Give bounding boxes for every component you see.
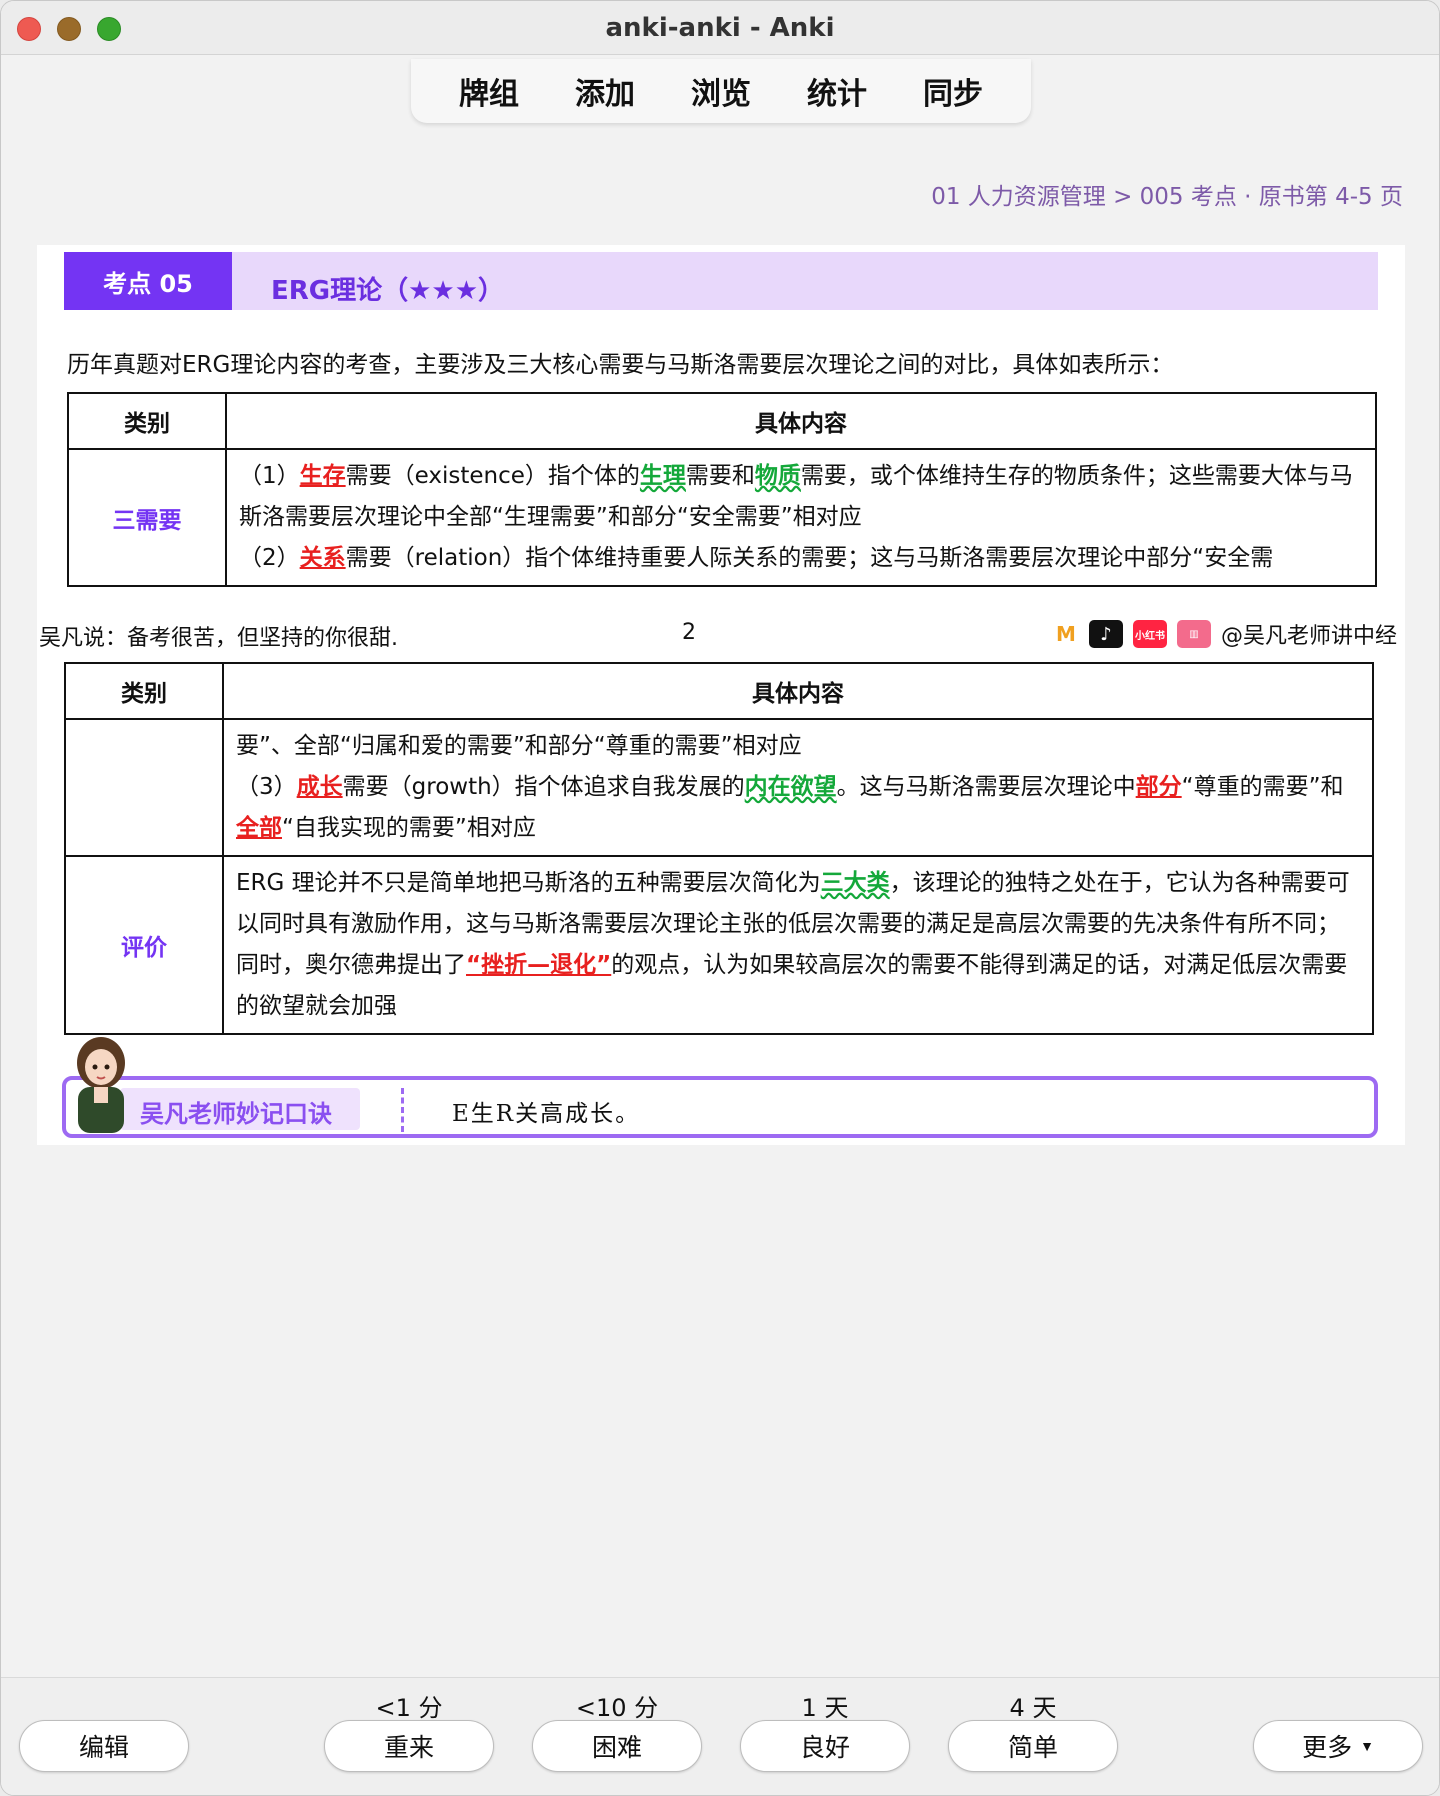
topic-tag: 考点 05 xyxy=(64,252,232,310)
keyword-green: 内在欲望 xyxy=(744,774,837,800)
good-interval: 1 天 xyxy=(801,1694,849,1722)
header-category: 类别 xyxy=(64,662,224,720)
text-span: 需要（growth）指个体追求自我发展的 xyxy=(342,774,745,800)
breadcrumb: 01 人力资源管理 > 005 考点 · 原书第 4-5 页 xyxy=(931,184,1403,210)
tiktok-icon: ♪ xyxy=(1088,620,1123,648)
text-span: 需要（relation）指个体维持重要人际关系的需要；这与马斯洛需要层次理论中部… xyxy=(345,545,1274,571)
row-category-continued xyxy=(64,718,224,857)
bilibili-icon: ▥ xyxy=(1176,620,1211,648)
keyword-green: 三大类 xyxy=(820,870,890,896)
text-span: “自我实现的需要”相对应 xyxy=(282,815,536,841)
window-controls xyxy=(17,17,121,41)
mnemonic-text: E生R关高成长。 xyxy=(452,1101,641,1127)
text-span: 需要（existence）指个体的 xyxy=(345,463,640,489)
chevron-down-icon: ▼ xyxy=(1360,1738,1374,1754)
card-content: 考点 05 ERG理论（★★★） 历年真题对ERG理论内容的考查，主要涉及三大核… xyxy=(37,245,1405,1145)
social-handle: @吴凡老师讲中经 xyxy=(1220,624,1397,649)
xiaohongshu-icon: 小红书 xyxy=(1132,620,1167,648)
row-content: （1）生存需要（existence）指个体的生理需要和物质需要，或个体维持生存的… xyxy=(225,448,1377,587)
more-button[interactable]: 更多 ▼ xyxy=(1253,1720,1423,1772)
title-bar: anki-anki - Anki xyxy=(1,1,1439,55)
easy-button[interactable]: 简单 xyxy=(948,1720,1118,1772)
text-span: 。这与马斯洛需要层次理论中 xyxy=(836,774,1136,800)
anki-window: anki-anki - Anki 牌组 添加 浏览 统计 同步 01 人力资源管… xyxy=(0,0,1440,1796)
top-toolbar: 牌组 添加 浏览 统计 同步 xyxy=(411,59,1031,123)
nav-browse[interactable]: 浏览 xyxy=(679,63,763,119)
header-content: 具体内容 xyxy=(225,392,1377,450)
close-icon[interactable] xyxy=(17,17,41,41)
easy-interval: 4 天 xyxy=(1009,1694,1057,1722)
keyword-red: 全部 xyxy=(236,815,282,841)
text-span: 需要和 xyxy=(685,463,755,489)
hard-button[interactable]: 困难 xyxy=(532,1720,702,1772)
zoom-icon[interactable] xyxy=(97,17,121,41)
header-category: 类别 xyxy=(67,392,227,450)
table-row: 三需要 （1）生存需要（existence）指个体的生理需要和物质需要，或个体维… xyxy=(67,448,1377,587)
nav-decks[interactable]: 牌组 xyxy=(447,63,531,119)
paragraph: 要”、全部“归属和爱的需要”和部分“尊重的需要”相对应 xyxy=(236,733,802,759)
keyword-red: 部分 xyxy=(1135,774,1182,800)
row-content: ERG 理论并不只是简单地把马斯洛的五种需要层次简化为三大类，该理论的独特之处在… xyxy=(222,855,1374,1035)
keyword-red: 生存 xyxy=(299,463,346,489)
more-label: 更多 xyxy=(1302,1734,1353,1762)
good-button[interactable]: 良好 xyxy=(740,1720,910,1772)
table-row: 评价 ERG 理论并不只是简单地把马斯洛的五种需要层次简化为三大类，该理论的独特… xyxy=(64,855,1374,1035)
row-content: 要”、全部“归属和爱的需要”和部分“尊重的需要”相对应 （3）成长需要（grow… xyxy=(222,718,1374,857)
paragraph: （1）生存需要（existence）指个体的生理需要和物质需要，或个体维持生存的… xyxy=(239,456,1363,538)
answer-bar: 编辑 <1 分 重来 <10 分 困难 1 天 良好 4 天 简单 更多 ▼ xyxy=(1,1677,1439,1795)
keyword-red: “挫折—退化” xyxy=(466,952,612,978)
keyword-green: 物质 xyxy=(754,463,801,489)
row-category: 评价 xyxy=(64,855,224,1035)
intro-text: 历年真题对ERG理论内容的考查，主要涉及三大核心需要与马斯洛需要层次理论之间的对… xyxy=(67,352,1174,378)
paragraph: （3）成长需要（growth）指个体追求自我发展的内在欲望。这与马斯洛需要层次理… xyxy=(236,767,1360,849)
erg-table-part1: 类别 具体内容 三需要 （1）生存需要（existence）指个体的生理需要和物… xyxy=(67,392,1377,587)
text-span: （2） xyxy=(239,545,300,571)
m-logo-icon: M xyxy=(1052,620,1079,648)
table-row: 要”、全部“归属和爱的需要”和部分“尊重的需要”相对应 （3）成长需要（grow… xyxy=(64,718,1374,857)
teacher-avatar xyxy=(77,1037,125,1133)
header-content: 具体内容 xyxy=(222,662,1374,720)
table-header-row: 类别 具体内容 xyxy=(67,392,1377,450)
again-interval: <1 分 xyxy=(375,1694,443,1722)
page-footer: 吴凡说：备考很苦，但坚持的你很甜. 2 M ♪ 小红书 ▥ @吴凡老师讲中经 xyxy=(37,614,1405,654)
keyword-green: 生理 xyxy=(639,463,686,489)
footer-motto: 吴凡说：备考很苦，但坚持的你很甜. xyxy=(39,626,398,651)
minimize-icon[interactable] xyxy=(57,17,81,41)
keyword-red: 成长 xyxy=(296,774,343,800)
nav-sync[interactable]: 同步 xyxy=(911,63,995,119)
page-number: 2 xyxy=(682,620,696,645)
topic-header: 考点 05 ERG理论（★★★） xyxy=(64,252,1378,310)
window-title: anki-anki - Anki xyxy=(605,12,835,43)
row-category: 三需要 xyxy=(67,448,227,587)
edit-button[interactable]: 编辑 xyxy=(19,1720,189,1772)
nav-stats[interactable]: 统计 xyxy=(795,63,879,119)
erg-table-part2: 类别 具体内容 要”、全部“归属和爱的需要”和部分“尊重的需要”相对应 （3）成… xyxy=(64,662,1374,1035)
text-span: （3） xyxy=(236,774,297,800)
social-links: M ♪ 小红书 ▥ @吴凡老师讲中经 xyxy=(1052,618,1397,650)
text-span: ERG 理论并不只是简单地把马斯洛的五种需要层次简化为 xyxy=(236,870,821,896)
text-span: （1） xyxy=(239,463,300,489)
nav-add[interactable]: 添加 xyxy=(563,63,647,119)
topic-title: ERG理论（★★★） xyxy=(271,276,505,306)
mnemonic-box: 吴凡老师妙记口诀 E生R关高成长。 xyxy=(62,1076,1378,1138)
divider xyxy=(401,1088,404,1132)
paragraph: （2）关系需要（relation）指个体维持重要人际关系的需要；这与马斯洛需要层… xyxy=(239,538,1363,579)
keyword-red: 关系 xyxy=(299,545,346,571)
again-button[interactable]: 重来 xyxy=(324,1720,494,1772)
mnemonic-label: 吴凡老师妙记口诀 xyxy=(120,1088,360,1130)
text-span: “尊重的需要”和 xyxy=(1181,774,1344,800)
table-header-row: 类别 具体内容 xyxy=(64,662,1374,720)
hard-interval: <10 分 xyxy=(575,1694,659,1722)
